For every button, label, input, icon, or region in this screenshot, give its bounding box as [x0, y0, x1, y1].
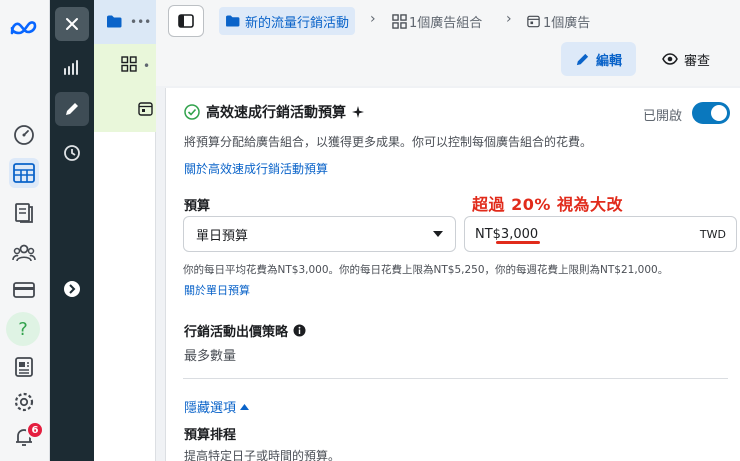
- breadcrumb-label: 1個廣告組合: [409, 15, 483, 31]
- ad-icon: [138, 101, 153, 120]
- ad-set-grid-icon: [392, 13, 407, 29]
- section-divider: [183, 378, 728, 379]
- breadcrumb-campaign[interactable]: 新的流量行銷活動: [219, 7, 356, 35]
- schedule-description: 提高特定日子或時間的預算。: [184, 449, 341, 461]
- review-label: 審查: [683, 53, 710, 69]
- ad-set-grid-icon: [121, 56, 137, 76]
- billing-card-icon[interactable]: [9, 275, 39, 305]
- section-description: 將預算分配給廣告組合，以獲得更多成果。你可以控制每個廣告組合的花費。: [184, 135, 593, 149]
- tree-row-campaign[interactable]: •••: [94, 0, 156, 44]
- budget-type-value: 單日預算: [196, 228, 249, 244]
- bid-strategy-heading: 行銷活動出價策略: [184, 321, 306, 340]
- notification-count-badge: 6: [26, 421, 44, 439]
- caret-down-icon: [433, 231, 443, 237]
- close-icon[interactable]: [55, 7, 89, 41]
- hide-options-toggle[interactable]: 隱藏選項: [184, 397, 250, 416]
- breadcrumb-label: 1個廣告: [543, 15, 591, 31]
- sparkle-icon: [352, 106, 364, 118]
- breadcrumb-ad[interactable]: 1個廣告: [527, 7, 590, 35]
- chevron-right-icon: ›: [370, 11, 376, 27]
- audience-people-icon[interactable]: [9, 238, 39, 268]
- amount-value: NT$3,000: [475, 226, 539, 242]
- settings-gear-icon[interactable]: [9, 387, 39, 417]
- review-button[interactable]: 審查: [646, 42, 726, 76]
- schedule-label: 預算排程: [184, 428, 237, 443]
- budget-amount-input[interactable]: NT$3,000 TWD: [464, 216, 737, 252]
- edit-label: 編輯: [595, 53, 622, 69]
- section-title: 高效速成行銷活動預算: [184, 102, 364, 122]
- eye-icon: [662, 53, 678, 65]
- edit-pencil-icon: [575, 52, 590, 67]
- performance-chart-icon[interactable]: [55, 50, 89, 84]
- more-options-icon[interactable]: •••: [130, 15, 151, 29]
- breadcrumb-label: 新的流量行銷活動: [245, 15, 350, 31]
- annotation-text: 超過 20% 視為大改: [472, 195, 623, 214]
- bid-strategy-label: 行銷活動出價策略: [184, 325, 289, 340]
- dashboard-gauge-icon[interactable]: [9, 120, 39, 150]
- bid-strategy-value: 最多數量: [184, 349, 237, 364]
- edit-button[interactable]: 編輯: [561, 42, 636, 76]
- about-daily-budget-link[interactable]: 關於單日預算: [184, 282, 250, 298]
- folder-icon: [225, 15, 240, 27]
- history-clock-icon[interactable]: [55, 136, 89, 170]
- about-budget-link[interactable]: 關於高效速成行銷活動預算: [184, 160, 328, 177]
- hide-options-label: 隱藏選項: [184, 401, 237, 416]
- catalog-book-icon[interactable]: [9, 198, 39, 228]
- tree-row-ad-set[interactable]: •: [94, 44, 156, 88]
- annotation-underline: [496, 241, 540, 244]
- meta-logo-icon[interactable]: [8, 13, 40, 43]
- ads-manager-table-icon[interactable]: [9, 158, 39, 188]
- chevron-right-icon: ›: [506, 11, 512, 27]
- caret-up-icon: [240, 403, 250, 410]
- budget-toggle-switch[interactable]: [692, 102, 730, 124]
- left-navigation-rail: ? 6: [0, 0, 50, 461]
- budget-label: 預算: [184, 199, 211, 214]
- currency-label: TWD: [699, 227, 726, 241]
- toggle-panel-button[interactable]: [168, 5, 204, 37]
- breadcrumb-ad-set[interactable]: 1個廣告組合: [392, 7, 482, 35]
- title-text: 高效速成行銷活動預算: [206, 105, 346, 121]
- edit-pencil-icon[interactable]: [55, 92, 89, 126]
- spend-limit-note: 你的每日平均花費為NT$3,000。你的每日花費上限為NT$5,250，你的每週…: [183, 264, 669, 276]
- budget-section: 高效速成行銷活動預算 已開啟 將預算分配給廣告組合，以獲得更多成果。你可以控制每…: [165, 88, 740, 461]
- news-icon[interactable]: [9, 352, 39, 382]
- info-icon[interactable]: [293, 324, 306, 337]
- campaign-tree-panel: ••• •: [94, 0, 156, 461]
- help-icon[interactable]: ?: [6, 312, 40, 346]
- tool-rail: [50, 0, 94, 461]
- tree-row-ad[interactable]: [94, 88, 156, 132]
- folder-icon: [106, 13, 122, 32]
- check-circle-icon: [184, 104, 200, 120]
- expand-arrow-icon[interactable]: [55, 272, 89, 306]
- budget-type-select[interactable]: 單日預算: [183, 216, 456, 252]
- ad-icon: [527, 15, 540, 28]
- more-options-icon[interactable]: •: [143, 59, 150, 73]
- editor-header: 新的流量行銷活動 › 1個廣告組合 › 1個廣告 編輯 審查: [156, 0, 740, 86]
- toggle-status-label: 已開啟: [643, 109, 683, 124]
